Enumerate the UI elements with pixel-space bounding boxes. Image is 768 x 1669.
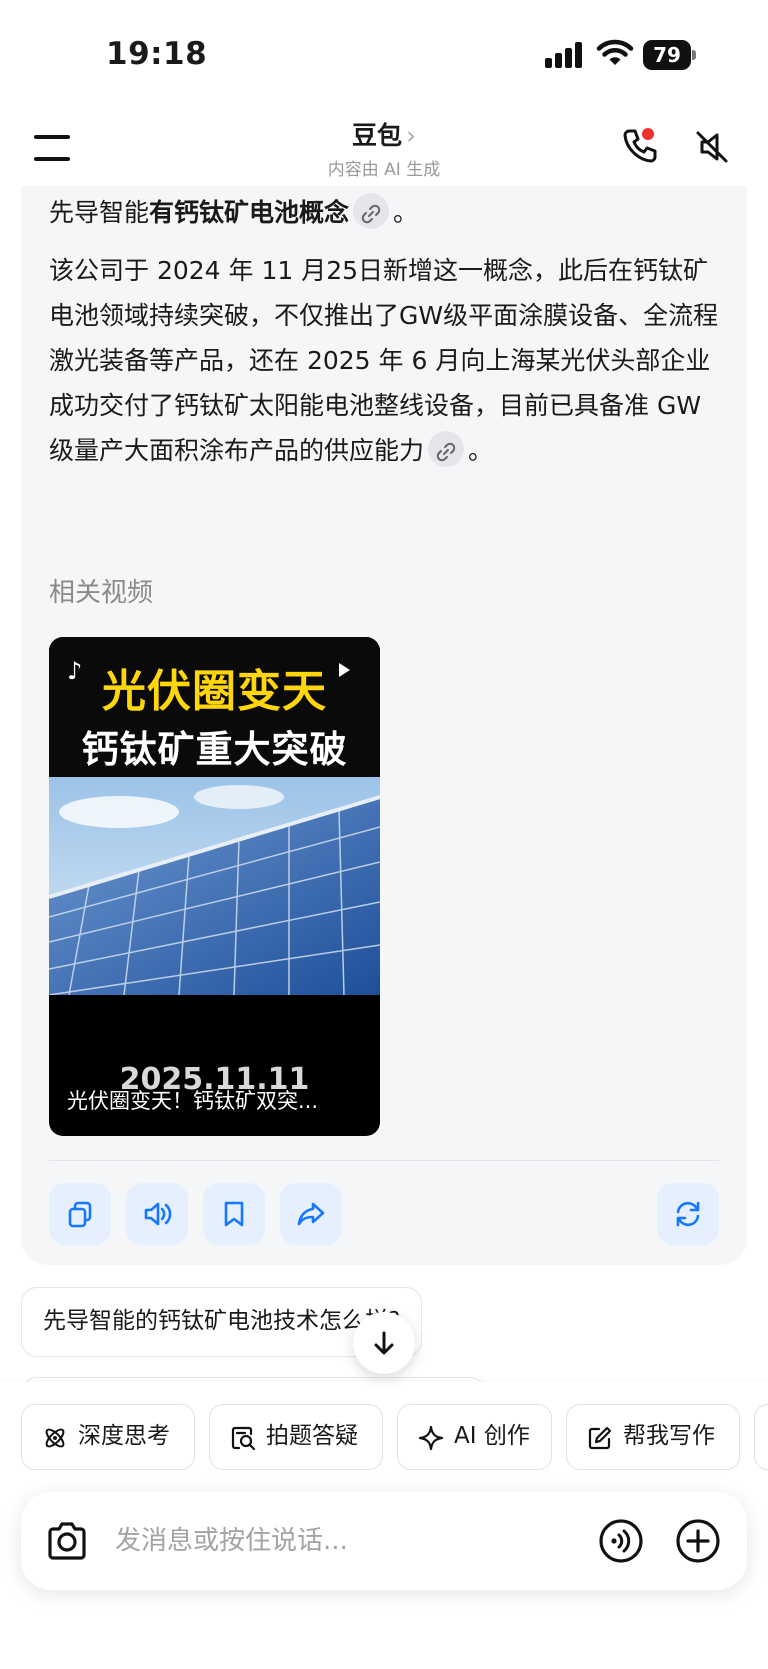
help-write-chip[interactable]: 帮我写作 xyxy=(566,1404,740,1470)
speaker-icon xyxy=(144,1202,172,1226)
scan-question-icon xyxy=(231,1426,256,1451)
message-composer xyxy=(21,1492,747,1590)
nav-bar: 豆包 › 内容由 AI 生成 xyxy=(0,100,768,186)
cellular-signal-icon xyxy=(545,42,583,68)
arrow-down-icon xyxy=(374,1331,394,1355)
status-time: 19:18 xyxy=(106,36,208,72)
play-icon xyxy=(339,663,350,677)
speaker-mute-icon[interactable] xyxy=(693,128,731,166)
phone-call-icon[interactable] xyxy=(620,126,660,166)
refresh-icon xyxy=(676,1201,700,1227)
photo-question-chip[interactable]: 拍题答疑 xyxy=(209,1404,383,1470)
notification-dot xyxy=(642,128,654,140)
camera-icon[interactable] xyxy=(45,1520,89,1562)
bookmark-button[interactable] xyxy=(203,1183,265,1245)
solar-panel-image xyxy=(49,777,380,995)
link-icon[interactable] xyxy=(353,193,390,229)
atom-icon xyxy=(45,1428,65,1448)
answer-punct: 。 xyxy=(393,198,419,227)
answer-card: 先导智能有钙钛矿电池概念。 该公司于 2024 年 11 月25日新增这一概念，… xyxy=(21,160,747,1265)
deep-think-chip[interactable]: 深度思考 xyxy=(21,1404,195,1470)
answer-line-1: 先导智能有钙钛矿电池概念 。 xyxy=(49,190,729,235)
read-aloud-button[interactable] xyxy=(126,1183,188,1245)
video-cover-header: ♪ 光伏圈变天 钙钛矿重大突破 xyxy=(49,637,380,777)
share-button[interactable] xyxy=(280,1183,342,1245)
answer-text: 先导智能 xyxy=(49,198,150,227)
video-subheadline: 钙钛矿重大突破 xyxy=(81,728,348,771)
ai-create-chip[interactable]: AI 创作 xyxy=(397,1404,552,1470)
answer-paragraph-2: 该公司于 2024 年 11 月25日新增这一概念，此后在钙钛矿电池领域持续突破… xyxy=(49,248,729,473)
chevron-right-icon: › xyxy=(406,121,416,150)
video-headline: 光伏圈变天 xyxy=(102,666,327,717)
copy-icon xyxy=(68,1201,92,1228)
bot-name: 豆包 xyxy=(351,121,402,150)
status-bar: 19:18 79 xyxy=(0,0,768,100)
message-input[interactable] xyxy=(115,1512,575,1570)
wifi-icon xyxy=(596,39,634,65)
video-card[interactable]: ♪ 光伏圈变天 钙钛矿重大突破 2025.11.11 光伏圈变天！钙钛矿双突..… xyxy=(49,637,380,1136)
answer-text: 该公司于 2024 年 11 月25日新增这一概念，此后在钙钛矿电池领域持续突破… xyxy=(49,256,719,465)
divider xyxy=(49,1160,719,1161)
bookmark-icon xyxy=(224,1201,244,1227)
chip-label: 拍题答疑 xyxy=(266,1423,358,1449)
chip-label: AI 创作 xyxy=(454,1423,530,1449)
related-videos-label: 相关视频 xyxy=(49,578,154,608)
plus-icon[interactable] xyxy=(675,1518,721,1564)
chip-label: 深度思考 xyxy=(78,1423,170,1449)
video-caption: 光伏圈变天！钙钛矿双突... xyxy=(67,1089,319,1113)
answer-bold-text: 有钙钛矿电池概念 xyxy=(149,198,350,227)
regenerate-button[interactable] xyxy=(657,1183,719,1245)
chip-label: 帮我写作 xyxy=(623,1423,715,1449)
battery-icon: 79 xyxy=(643,40,696,70)
battery-level: 79 xyxy=(643,40,691,70)
composer-panel: 深度思考 拍题答疑 AI 创作 帮我写作 xyxy=(0,1382,768,1669)
edit-icon xyxy=(588,1426,612,1450)
sparkle-icon xyxy=(418,1425,444,1451)
more-chip-partial[interactable] xyxy=(754,1404,768,1470)
link-icon[interactable] xyxy=(428,431,465,467)
answer-punct: 。 xyxy=(468,436,494,465)
share-icon xyxy=(297,1202,325,1226)
voice-call-icon[interactable] xyxy=(598,1518,644,1564)
copy-button[interactable] xyxy=(49,1183,111,1245)
scroll-to-bottom-button[interactable] xyxy=(353,1312,415,1374)
